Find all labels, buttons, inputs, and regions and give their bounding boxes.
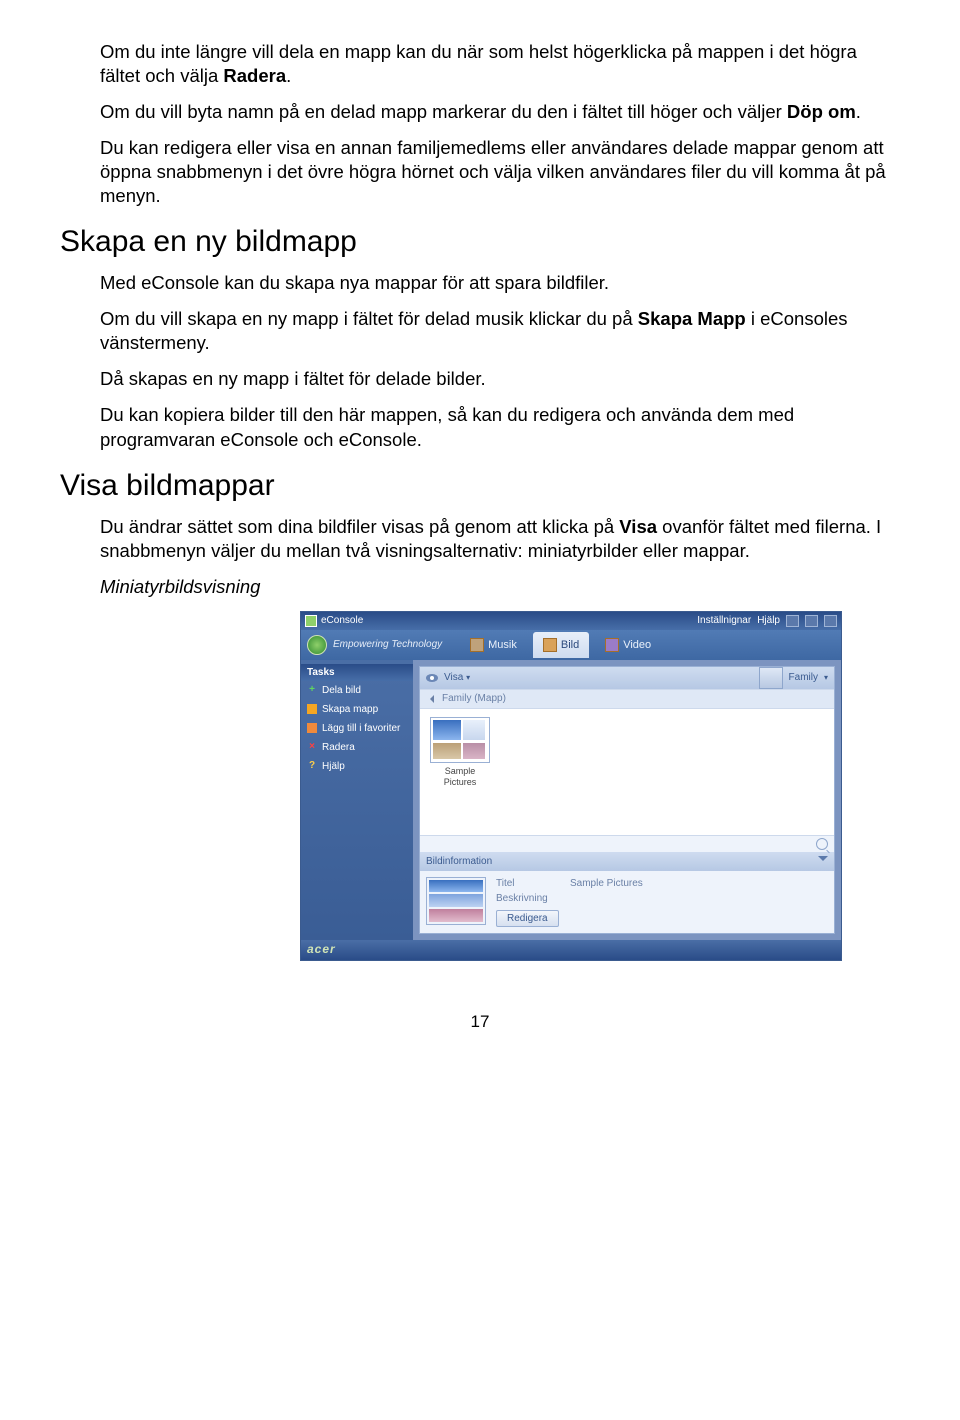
task-create-folder[interactable]: Skapa mapp	[301, 700, 413, 719]
app-header: Empowering Technology Musik Bild Video	[301, 630, 841, 660]
video-icon	[605, 638, 619, 652]
breadcrumb-label: Family (Mapp)	[442, 692, 506, 705]
acer-logo: acer	[307, 942, 336, 958]
settings-link[interactable]: Inställnignar	[697, 614, 751, 627]
magnifier-icon[interactable]	[816, 838, 828, 850]
edit-button[interactable]: Redigera	[496, 910, 559, 927]
brand-tagline: Empowering Technology	[333, 638, 442, 651]
screenshot: eConsole Inställnignar Hjälp Empowering …	[300, 611, 900, 961]
para-create-4: Du kan kopiera bilder till den här mappe…	[100, 403, 900, 451]
user-label: Family	[789, 671, 818, 684]
para-delete-folder: Om du inte längre vill dela en mapp kan …	[100, 40, 900, 88]
help-link[interactable]: Hjälp	[757, 614, 780, 627]
field-title-value: Sample Pictures	[570, 877, 643, 890]
chevron-down-icon: ▾	[824, 673, 828, 683]
tab-video[interactable]: Video	[595, 632, 661, 658]
help-icon: ?	[307, 761, 317, 771]
heading-create-folder: Skapa en ny bildmapp	[60, 222, 900, 261]
tasks-header: Tasks	[301, 664, 413, 681]
para-create-3: Då skapas en ny mapp i fältet för delade…	[100, 367, 900, 391]
back-icon[interactable]	[426, 694, 436, 704]
minimize-icon[interactable]	[786, 615, 799, 627]
tab-image[interactable]: Bild	[533, 632, 589, 658]
music-icon	[470, 638, 484, 652]
task-add-favorite[interactable]: Lägg till i favoriter	[301, 719, 413, 738]
view-toolbar: Visa ▾ Family ▾	[420, 667, 834, 689]
task-help[interactable]: ?Hjälp	[301, 757, 413, 776]
info-preview-icon	[426, 877, 486, 925]
info-header[interactable]: Bildinformation	[420, 852, 834, 871]
folder-thumbnail[interactable]: Sample Pictures	[428, 717, 492, 789]
task-delete[interactable]: ×Radera	[301, 738, 413, 757]
para-other-users: Du kan redigera eller visa en annan fami…	[100, 136, 900, 208]
avatar-icon	[759, 667, 783, 689]
window-title: eConsole	[321, 614, 363, 627]
task-share[interactable]: +Dela bild	[301, 681, 413, 700]
para-rename-folder: Om du vill byta namn på en delad mapp ma…	[100, 100, 900, 124]
sidebar: Tasks +Dela bild Skapa mapp Lägg till i …	[301, 660, 413, 940]
field-desc-label: Beskrivning	[496, 892, 556, 905]
chevron-down-icon: ▾	[466, 673, 470, 682]
user-selector[interactable]: Family ▾	[759, 667, 828, 689]
econsole-window: eConsole Inställnignar Hjälp Empowering …	[300, 611, 842, 961]
image-icon	[543, 638, 557, 652]
para-thumbnail-heading: Miniatyrbildsvisning	[100, 575, 900, 599]
info-body: Titel Sample Pictures Beskrivning Rediger…	[420, 871, 834, 933]
plus-icon: +	[307, 685, 317, 695]
favorite-icon	[307, 723, 317, 733]
thumbnail-preview-icon	[430, 717, 490, 763]
para-create-1: Med eConsole kan du skapa nya mappar för…	[100, 271, 900, 295]
folder-icon	[307, 704, 317, 714]
para-create-2: Om du vill skapa en ny mapp i fältet för…	[100, 307, 900, 355]
breadcrumb[interactable]: Family (Mapp)	[420, 689, 834, 709]
field-title-label: Titel	[496, 877, 556, 890]
main-panel: Visa ▾ Family ▾ Family (Mapp) Sample	[419, 666, 835, 934]
window-titlebar: eConsole Inställnignar Hjälp	[301, 612, 841, 630]
tab-music[interactable]: Musik	[460, 632, 527, 658]
delete-icon: ×	[307, 742, 317, 752]
page-number: 17	[60, 1011, 900, 1033]
maximize-icon[interactable]	[805, 615, 818, 627]
heading-view-folders: Visa bildmappar	[60, 466, 900, 505]
app-icon	[305, 615, 317, 627]
collapse-icon	[818, 856, 828, 866]
empowering-logo-icon	[307, 635, 327, 655]
para-view-1: Du ändrar sättet som dina bildfiler visa…	[100, 515, 900, 563]
close-icon[interactable]	[824, 615, 837, 627]
view-dropdown[interactable]: Visa ▾	[444, 671, 470, 684]
thumbnail-area: Sample Pictures	[420, 709, 834, 835]
zoom-row	[420, 835, 834, 852]
thumbnail-caption: Sample Pictures	[444, 766, 477, 788]
eye-icon	[426, 674, 438, 682]
window-footer: acer	[301, 940, 841, 960]
